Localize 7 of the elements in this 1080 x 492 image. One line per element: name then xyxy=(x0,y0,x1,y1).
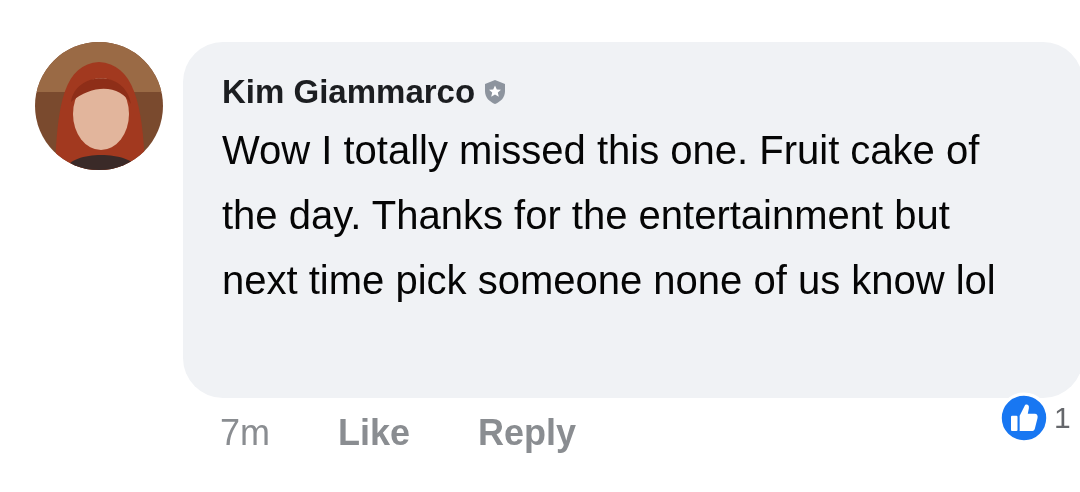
author-name[interactable]: Kim Giammarco xyxy=(222,72,476,112)
comment-time[interactable]: 7m xyxy=(220,412,270,454)
thumbs-up-icon xyxy=(998,392,1050,444)
reply-link[interactable]: Reply xyxy=(478,412,577,454)
comment-text: Wow I totally missed this one. Fruit cake of the day. Thanks for the entertainment but next time pick someone none of us know lol xyxy=(222,127,997,304)
reaction-count: 1 xyxy=(1054,401,1071,435)
like-link[interactable]: Like xyxy=(338,412,411,454)
